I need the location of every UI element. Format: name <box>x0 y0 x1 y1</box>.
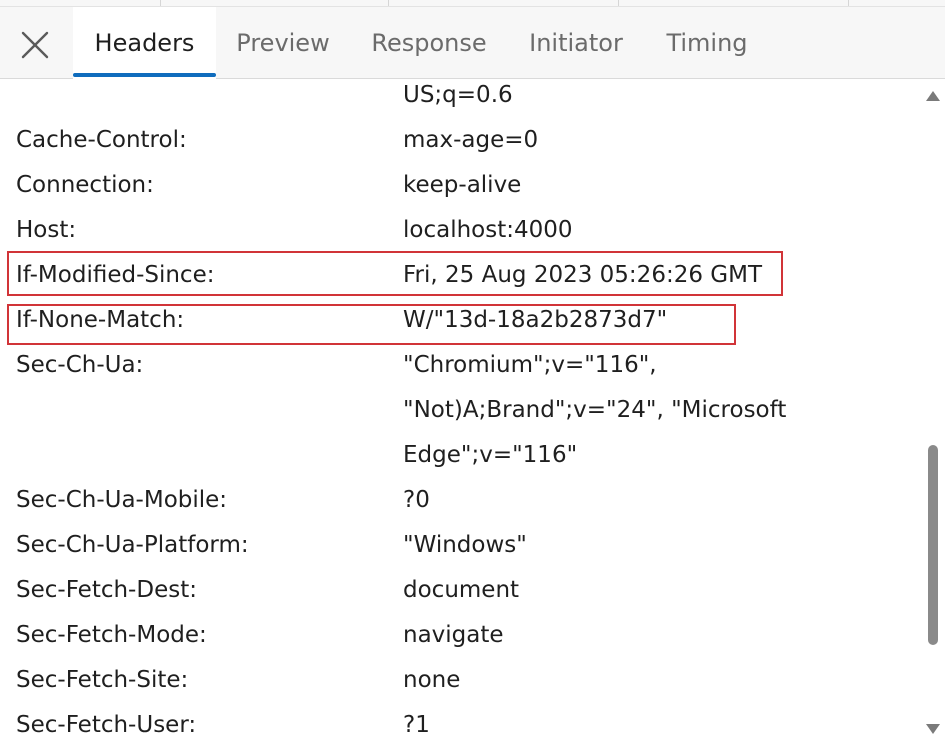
header-name: Sec-Fetch-User: <box>16 712 197 738</box>
divider <box>160 0 161 6</box>
header-name: Sec-Ch-Ua-Mobile: <box>16 487 228 513</box>
tab-preview[interactable]: Preview <box>222 7 344 79</box>
header-value: "Chromium";v="116", "Not)A;Brand";v="24"… <box>403 352 787 468</box>
close-button[interactable] <box>14 27 56 63</box>
header-name: Host: <box>16 217 77 243</box>
header-name: If-Modified-Since: <box>16 262 215 288</box>
header-name: Sec-Ch-Ua: <box>16 352 144 378</box>
header-name: Sec-Ch-Ua-Platform: <box>16 532 249 558</box>
header-name: Connection: <box>16 172 154 198</box>
vertical-scrollbar[interactable] <box>920 80 945 747</box>
chevron-down-icon[interactable] <box>926 724 940 734</box>
header-name: Sec-Fetch-Dest: <box>16 577 197 603</box>
tab-initiator[interactable]: Initiator <box>514 7 638 79</box>
header-value: "Windows" <box>403 532 527 558</box>
close-icon <box>21 31 49 59</box>
divider <box>388 0 389 6</box>
top-strip <box>0 0 945 7</box>
tab-bar: Headers Preview Response Initiator Timin… <box>0 7 945 79</box>
header-value: ?0 <box>403 487 430 513</box>
header-name: Sec-Fetch-Mode: <box>16 622 207 648</box>
tab-timing[interactable]: Timing <box>652 7 762 79</box>
header-name: If-None-Match: <box>16 307 185 333</box>
header-value: max-age=0 <box>403 127 539 153</box>
header-value: localhost:4000 <box>403 217 573 243</box>
header-value: ?1 <box>403 712 430 738</box>
divider <box>848 0 849 6</box>
tab-headers[interactable]: Headers <box>73 7 216 79</box>
scrollbar-thumb[interactable] <box>928 445 938 645</box>
divider <box>618 0 619 6</box>
tab-response[interactable]: Response <box>358 7 500 79</box>
header-value: Fri, 25 Aug 2023 05:26:26 GMT <box>403 262 762 288</box>
header-name: Sec-Fetch-Site: <box>16 667 189 693</box>
header-value: keep-alive <box>403 172 522 198</box>
header-value: none <box>403 667 461 693</box>
header-value: navigate <box>403 622 504 648</box>
header-value: W/"13d-18a2b2873d7" <box>403 307 668 333</box>
header-name: Cache-Control: <box>16 127 187 153</box>
header-value: document <box>403 577 520 603</box>
header-value: US;q=0.6 <box>403 82 513 108</box>
request-headers-panel: US;q=0.6 Cache-Control: max-age=0 Connec… <box>0 80 920 747</box>
chevron-up-icon[interactable] <box>926 91 940 101</box>
